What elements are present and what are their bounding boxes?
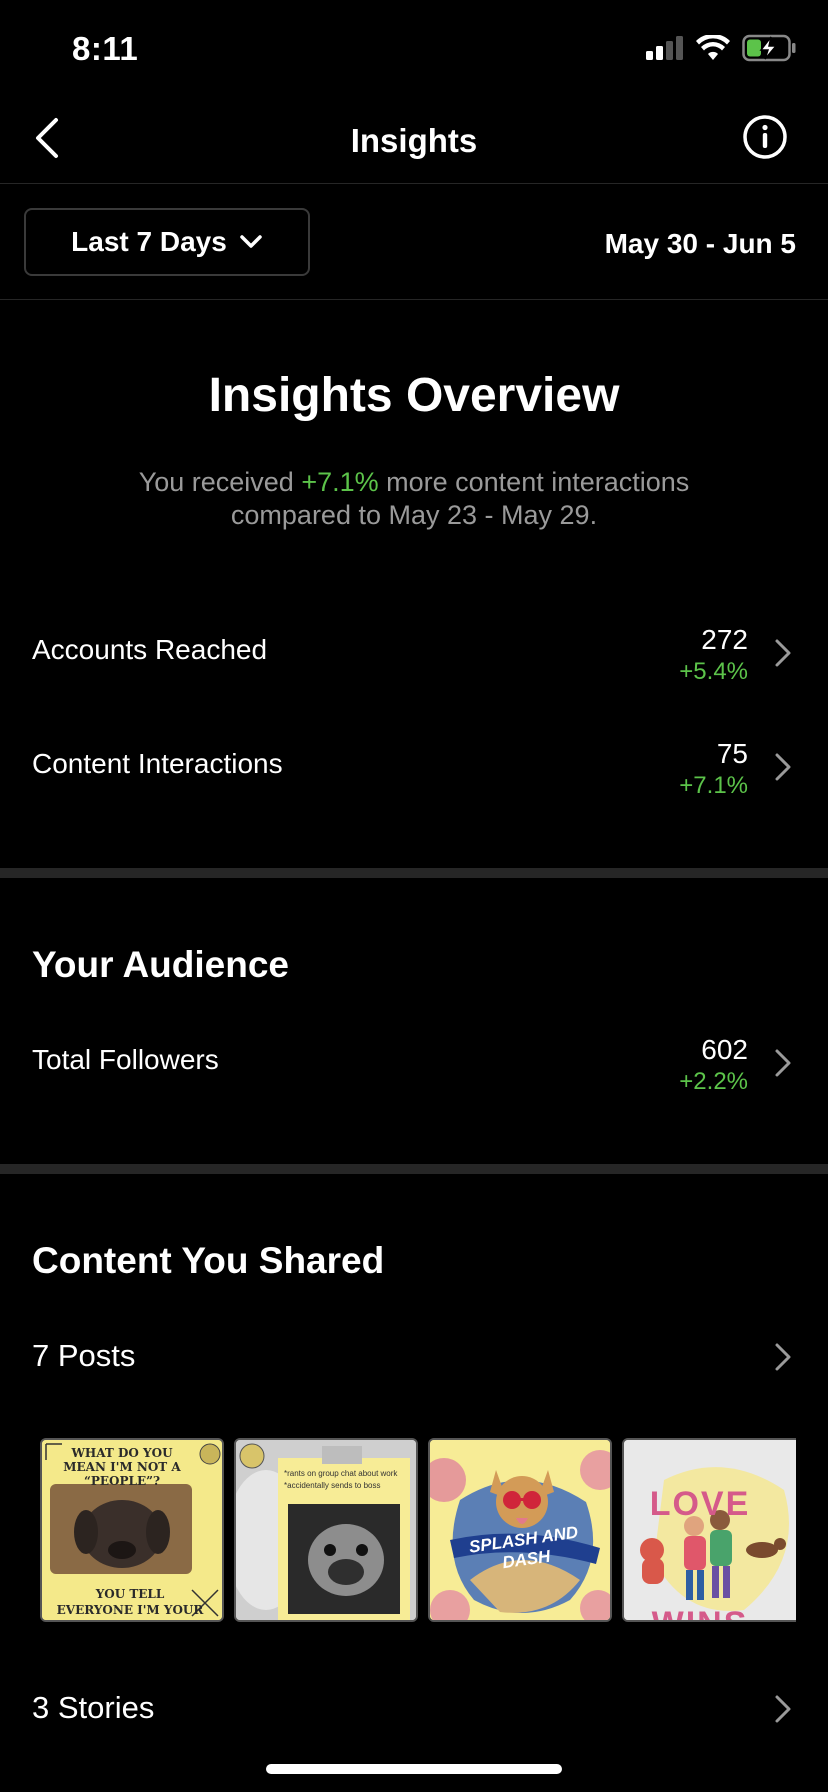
cellular-signal-icon [646,36,683,60]
stories-label: 3 Stories [32,1690,155,1725]
date-range-dropdown[interactable]: Last 7 Days [24,208,310,276]
summary-highlight: +7.1% [301,467,379,497]
stories-row[interactable]: 3 Stories [0,1682,828,1742]
thumbnail-top-text: WHAT DO YOU MEAN I'M NOT A “PEOPLE”? [63,1446,181,1488]
battery-charging-icon [742,34,796,62]
home-indicator[interactable] [266,1764,562,1774]
chevron-right-icon [775,639,791,667]
metric-change: +2.2% [679,1068,748,1095]
metric-row-total-followers[interactable]: Total Followers 602 +2.2% [0,1034,828,1114]
section-divider [0,1164,828,1174]
overview-summary: You received +7.1% more content interact… [100,466,728,532]
summary-prefix: You received [138,467,302,497]
metric-label: Total Followers [32,1044,219,1075]
post-thumbnail[interactable]: *rants on group chat about work *acciden… [234,1438,418,1622]
metric-value: 272 [701,624,748,655]
metric-label: Content Interactions [32,748,283,779]
audience-title: Your Audience [32,944,289,985]
page-title: Insights [350,122,478,159]
metric-value: 75 [716,738,748,769]
posts-row[interactable]: 7 Posts [0,1330,828,1390]
metric-value: 602 [701,1034,748,1065]
post-thumbnail[interactable]: WHAT DO YOU MEAN I'M NOT A “PEOPLE”? YOU… [40,1438,224,1622]
status-time: 8:11 [72,30,139,67]
content-title: Content You Shared [32,1240,385,1281]
date-range-text: May 30 - Jun 5 [604,228,796,259]
chevron-right-icon [775,1049,791,1077]
chevron-right-icon [775,1695,791,1723]
chevron-right-icon [775,753,791,781]
metric-row-accounts-reached[interactable]: Accounts Reached 272 +5.4% [0,624,828,704]
metric-row-content-interactions[interactable]: Content Interactions 75 +7.1% [0,738,828,818]
metric-change: +5.4% [679,658,748,685]
date-range-dropdown-label: Last 7 Days [71,226,227,257]
post-thumbnails: WHAT DO YOU MEAN I'M NOT A “PEOPLE”? YOU… [40,1438,796,1622]
posts-label: 7 Posts [32,1338,136,1373]
wifi-icon [696,35,730,60]
status-icons [646,34,796,62]
overview-title: Insights Overview [208,369,620,422]
status-bar: 8:11 [0,0,828,100]
thumbnail-bottom-text: YOU TELL EVERYONE I'M YOUR BABY! [56,1587,204,1620]
chevron-right-icon [775,1343,791,1371]
thumbnail-title: LOVE WINS [649,1485,751,1620]
info-icon[interactable] [742,114,788,160]
metric-label: Accounts Reached [32,634,268,665]
filter-row: Last 7 Days May 30 - Jun 5 [0,184,828,300]
metric-change: +7.1% [679,772,748,799]
thumbnail-caption: *rants on group chat about work *acciden… [284,1469,398,1490]
chevron-down-icon [240,235,262,248]
nav-bar: Insights [0,100,828,184]
post-thumbnail[interactable]: SPLASH AND DASH [428,1438,612,1622]
section-divider [0,868,828,878]
post-thumbnail[interactable]: LOVE WINS [622,1438,796,1622]
